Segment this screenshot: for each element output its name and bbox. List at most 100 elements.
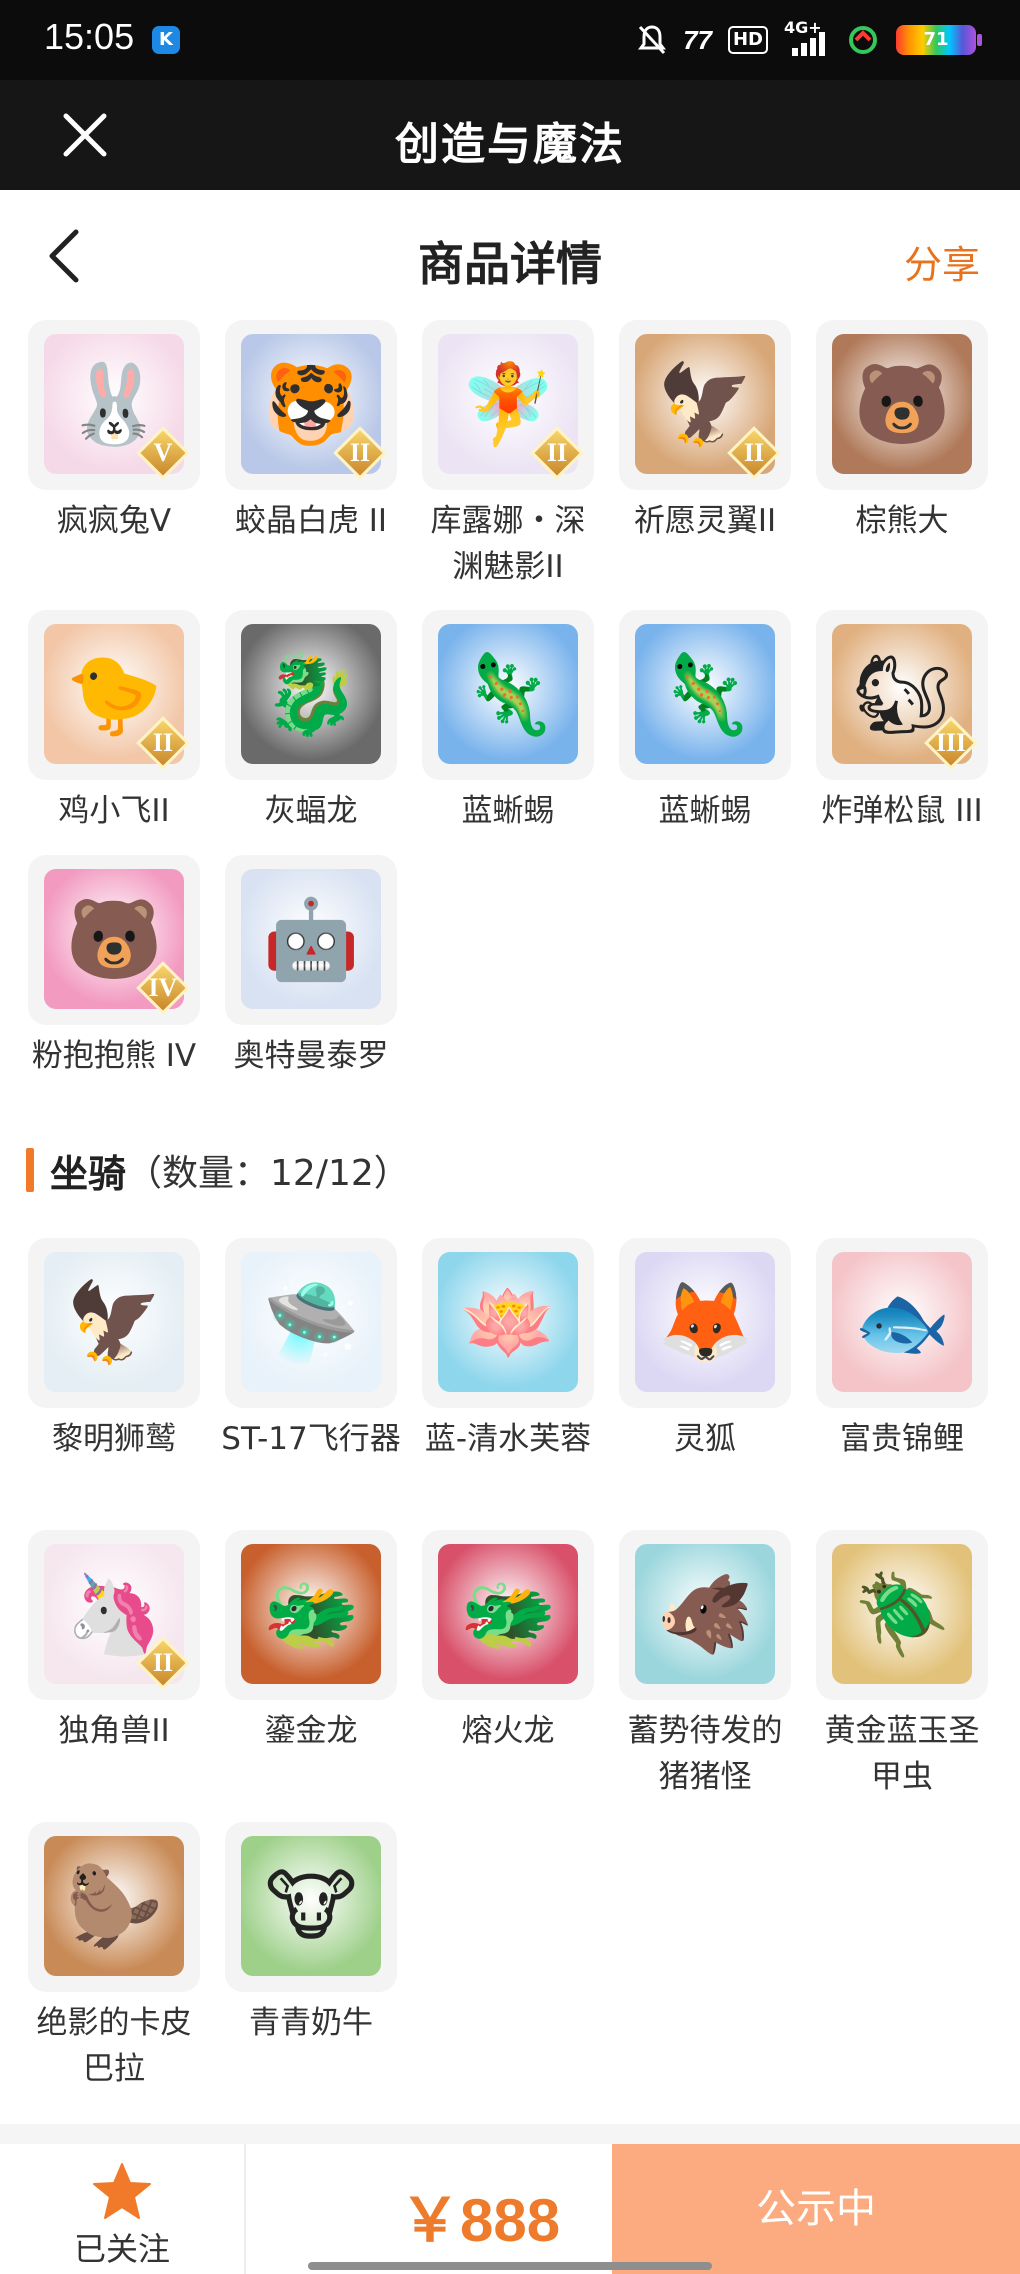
item-thumbnail: 🐻 xyxy=(816,320,988,490)
item-thumbnail: 🐿 III xyxy=(816,610,988,780)
item-name: 粉抱抱熊 IV xyxy=(31,1038,197,1074)
status-icons: 77 HD 4G+ 71 xyxy=(637,18,982,60)
follow-button[interactable]: 已关注 xyxy=(0,2144,244,2274)
mount-item[interactable]: 🪲 黄金蓝玉圣甲虫 xyxy=(812,1530,992,1800)
page-nav: 商品详情 分享 xyxy=(0,190,1020,320)
mount-item[interactable]: 🐮 青青奶牛 xyxy=(221,1822,401,2046)
pet-item[interactable]: 🐻 棕熊大 xyxy=(812,320,992,544)
pet-item[interactable]: 🦅 II 祈愿灵翼II xyxy=(615,320,795,544)
item-name: 蓝-清水芙蓉 xyxy=(424,1421,592,1457)
item-name: 祈愿灵翼II xyxy=(633,503,777,539)
item-name: 蛟晶白虎 II xyxy=(234,503,388,539)
item-glyph: 🐟 xyxy=(853,1278,951,1368)
item-thumbnail: 🐗 xyxy=(619,1530,791,1700)
item-thumbnail: 🐰 V xyxy=(28,320,200,490)
pet-item[interactable]: 🐿 III 炸弹松鼠 III xyxy=(812,610,992,834)
signal-4g-icon: 4G+ xyxy=(784,18,830,58)
mount-item[interactable]: 🐟 富贵锦鲤 xyxy=(812,1238,992,1462)
pet-item[interactable]: 🐯 II 蛟晶白虎 II xyxy=(221,320,401,544)
item-glyph: 🐗 xyxy=(656,1570,754,1660)
item-name: 富贵锦鲤 xyxy=(840,1421,964,1457)
mount-item[interactable]: 🦊 灵狐 xyxy=(615,1238,795,1462)
price: ￥888 xyxy=(400,2187,561,2254)
rank-label: III xyxy=(935,728,967,757)
item-thumbnail: 🦎 xyxy=(422,610,594,780)
item-name: 灰蝠龙 xyxy=(264,793,358,829)
item-name: 蓄势待发的猪猪怪 xyxy=(627,1713,783,1795)
item-glyph: 🐮 xyxy=(264,1862,358,1952)
pet-item[interactable]: 🐻 IV 粉抱抱熊 IV xyxy=(24,855,204,1079)
item-thumbnail: 🪷 xyxy=(422,1238,594,1408)
item-glyph: 🦎 xyxy=(656,650,754,740)
pet-item[interactable]: 🦎 蓝蜥蜴 xyxy=(615,610,795,834)
section-title: 坐骑 xyxy=(50,1151,127,1196)
rank-label: IV xyxy=(148,973,178,1002)
mount-item[interactable]: 🦄 II 独角兽II xyxy=(24,1530,204,1754)
mount-item[interactable]: 🐲 鎏金龙 xyxy=(221,1530,401,1754)
status-button[interactable]: 公示中 xyxy=(612,2144,1020,2274)
item-glyph: 🦎 xyxy=(459,650,557,740)
home-indicator xyxy=(308,2262,712,2270)
item-name: 绝影的卡皮巴拉 xyxy=(36,2005,192,2087)
network-speed-icon: 77 xyxy=(683,24,712,55)
rank-badge: II xyxy=(136,716,190,770)
mount-item[interactable]: 🐲 熔火龙 xyxy=(418,1530,598,1754)
pet-item[interactable]: 🐉 灰蝠龙 xyxy=(221,610,401,834)
app-header: 创造与魔法 xyxy=(0,80,1020,190)
item-name: ST-17飞行器 xyxy=(221,1421,401,1457)
divider xyxy=(244,2144,246,2274)
mount-item[interactable]: 🛸 ST-17飞行器 xyxy=(221,1238,401,1462)
item-thumbnail: 🐉 xyxy=(225,610,397,780)
item-thumbnail: 🐤 II xyxy=(28,610,200,780)
item-name: 鸡小飞II xyxy=(58,793,170,829)
item-thumbnail: 🦊 xyxy=(619,1238,791,1408)
item-name: 疯疯兔V xyxy=(56,503,172,539)
pet-item[interactable]: 🐤 II 鸡小飞II xyxy=(24,610,204,834)
battery-level: 71 xyxy=(923,29,949,50)
status-bar: 15:05 K 77 HD 4G+ 71 xyxy=(0,0,1020,80)
item-glyph: 🪲 xyxy=(853,1570,951,1660)
item-glyph: 🐻 xyxy=(853,360,951,450)
status-time: 15:05 xyxy=(44,16,135,57)
item-glyph: 🤖 xyxy=(262,895,360,985)
item-name: 黎明狮鹫 xyxy=(52,1421,176,1457)
mount-item[interactable]: 🐗 蓄势待发的猪猪怪 xyxy=(615,1530,795,1800)
item-thumbnail: 🐟 xyxy=(816,1238,988,1408)
rank-label: II xyxy=(743,438,765,467)
battery-icon: 71 xyxy=(896,25,982,55)
pet-item[interactable]: 🧚 II 库露娜・深渊魅影II xyxy=(418,320,598,590)
mount-item[interactable]: 🦫 绝影的卡皮巴拉 xyxy=(24,1822,204,2092)
pet-item[interactable]: 🦎 蓝蜥蜴 xyxy=(418,610,598,834)
item-thumbnail: 🪲 xyxy=(816,1530,988,1700)
hd-icon: HD xyxy=(727,26,768,54)
share-button[interactable]: 分享 xyxy=(904,234,980,289)
item-glyph: 🐲 xyxy=(459,1570,557,1660)
mount-item[interactable]: 🦅 黎明狮鹫 xyxy=(24,1238,204,1462)
item-name: 青青奶牛 xyxy=(249,2005,373,2041)
item-name: 炸弹松鼠 III xyxy=(821,793,983,829)
item-glyph: 🛸 xyxy=(262,1278,360,1368)
pet-item[interactable]: 🐰 V 疯疯兔V xyxy=(24,320,204,544)
item-glyph: 🐲 xyxy=(262,1570,360,1660)
item-glyph: 🦊 xyxy=(656,1278,754,1368)
rank-badge: II xyxy=(333,426,387,480)
pet-item[interactable]: 🤖 奥特曼泰罗 xyxy=(221,855,401,1079)
rank-label: II xyxy=(349,438,371,467)
item-name: 蓝蜥蜴 xyxy=(461,793,555,829)
item-glyph: 🐉 xyxy=(262,650,360,740)
item-thumbnail: 🦅 xyxy=(28,1238,200,1408)
bottom-divider xyxy=(0,2124,1020,2144)
item-thumbnail: 🦎 xyxy=(619,610,791,780)
item-thumbnail: 🤖 xyxy=(225,855,397,1025)
item-thumbnail: 🐯 II xyxy=(225,320,397,490)
item-thumbnail: 🦄 II xyxy=(28,1530,200,1700)
item-glyph: 🦫 xyxy=(65,1862,163,1952)
rank-label: II xyxy=(546,438,568,467)
star-icon xyxy=(93,2163,151,2219)
item-name: 独角兽II xyxy=(58,1713,170,1749)
section-count: （数量：12/12） xyxy=(126,1153,410,1194)
rank-badge: III xyxy=(924,716,978,770)
mount-item[interactable]: 🪷 蓝-清水芙蓉 xyxy=(418,1238,598,1462)
item-name: 库露娜・深渊魅影II xyxy=(430,503,586,585)
item-name: 奥特曼泰罗 xyxy=(233,1038,389,1074)
